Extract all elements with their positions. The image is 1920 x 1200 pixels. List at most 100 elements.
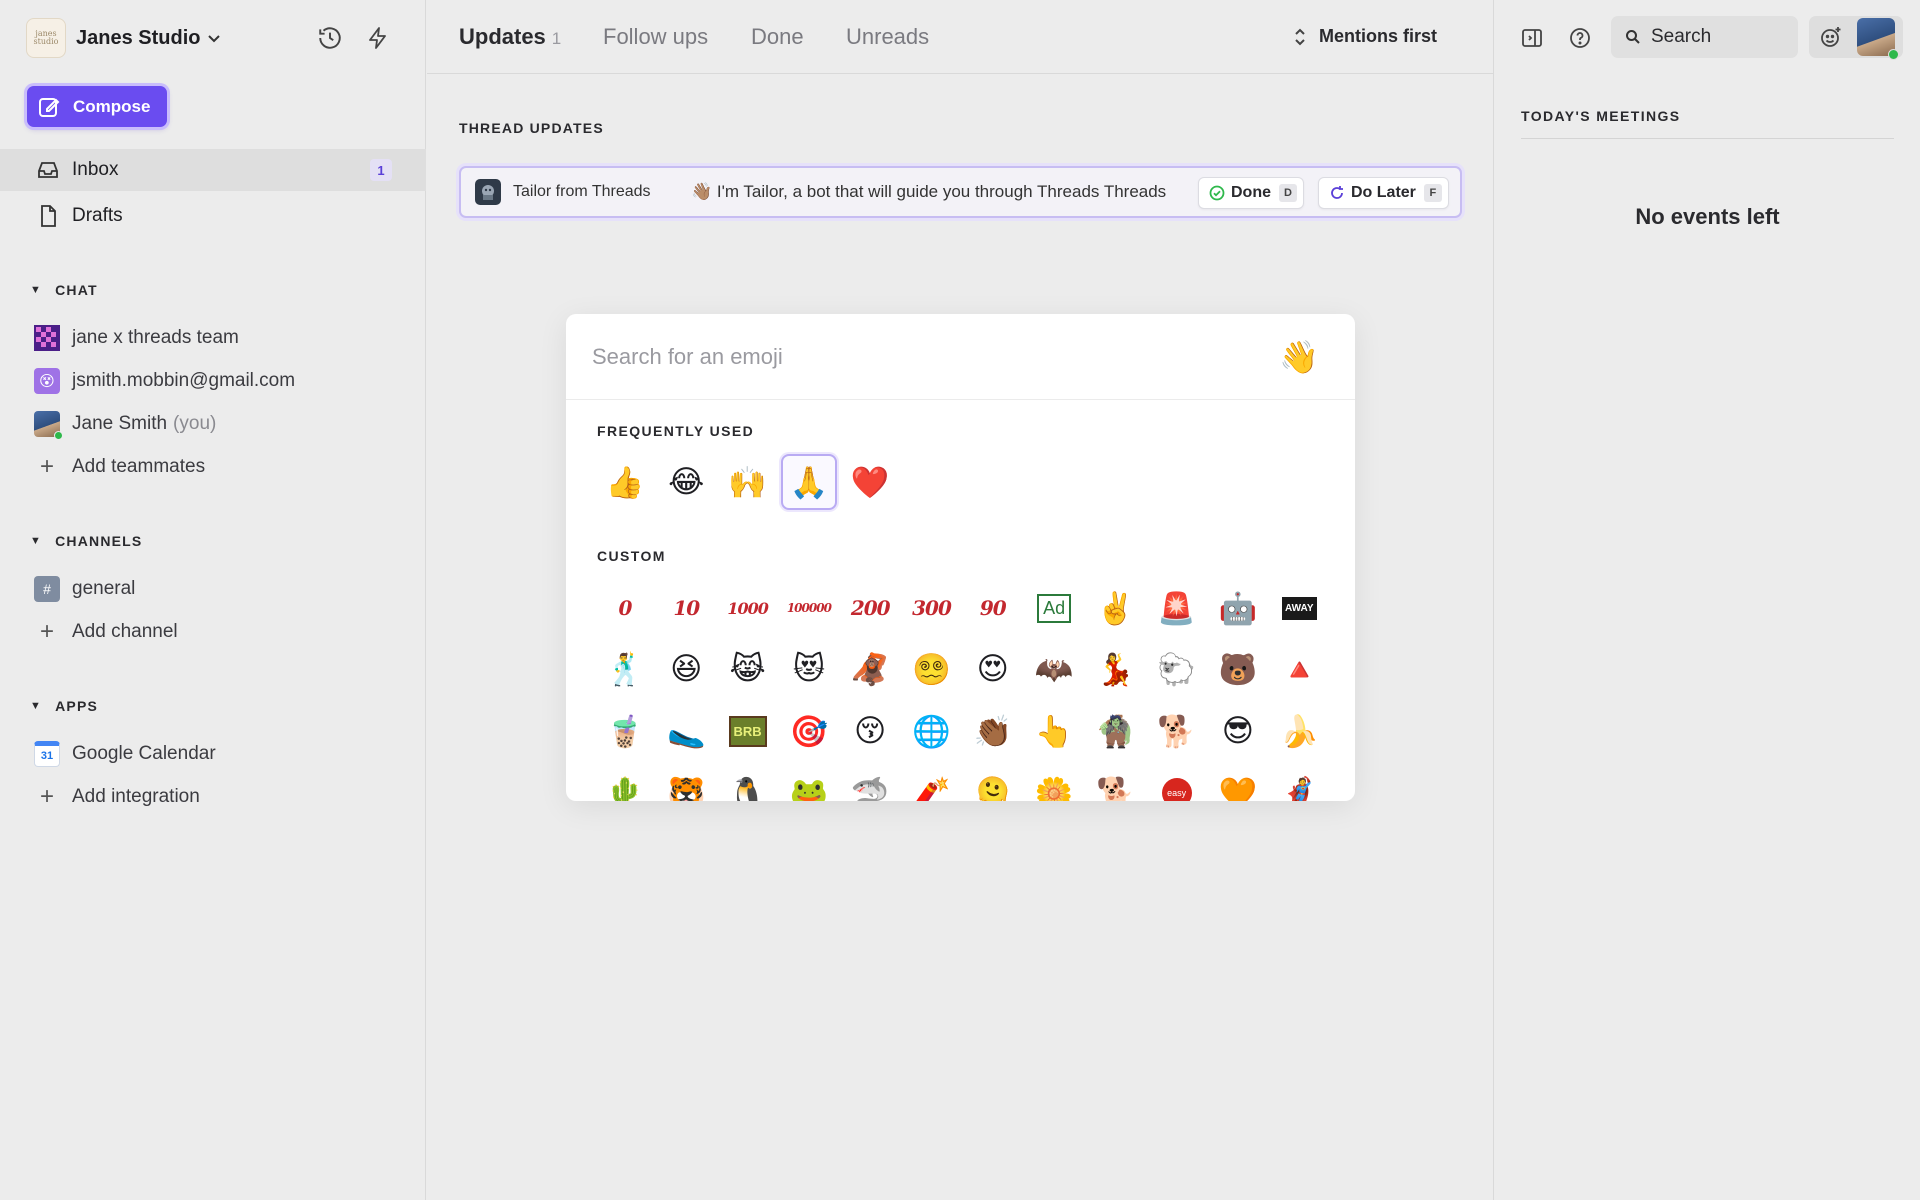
chat-item-label: jsmith.mobbin@gmail.com	[72, 370, 296, 391]
custom-emoji[interactable]: 90	[965, 580, 1021, 636]
custom-emoji[interactable]: 🎯	[781, 703, 837, 759]
custom-emoji[interactable]: 🌼	[1026, 765, 1082, 802]
custom-emoji[interactable]: 🧌	[1087, 703, 1143, 759]
custom-emoji[interactable]: 🧨	[903, 765, 959, 802]
custom-emoji-row: 🕺 😆 😹 😻 🦧 😵‍💫 😍 🦇 💃 🐑 🐻 🔺	[597, 641, 1333, 697]
custom-emoji[interactable]: 🧡	[1210, 765, 1266, 802]
sidebar-item-label: Inbox	[72, 159, 119, 180]
custom-emoji[interactable]: 🦧	[842, 641, 898, 697]
app-item-google-calendar[interactable]: 31 Google Calendar	[34, 738, 216, 770]
add-reaction-icon	[1819, 25, 1843, 54]
add-channel-button[interactable]: + Add channel	[34, 616, 178, 648]
team-avatar	[34, 325, 60, 351]
custom-emoji[interactable]: 🌵	[597, 765, 653, 802]
sort-button[interactable]: Mentions first	[1293, 26, 1437, 47]
sidebar-item-drafts[interactable]: Drafts	[0, 195, 426, 237]
custom-emoji-ad[interactable]: Ad	[1026, 580, 1082, 636]
custom-emoji[interactable]: 🐻	[1210, 641, 1266, 697]
search-icon	[1626, 30, 1640, 44]
custom-emoji[interactable]: 10	[658, 580, 714, 636]
custom-emoji[interactable]: ✌️	[1087, 580, 1143, 636]
compose-button[interactable]: Compose	[27, 86, 167, 127]
add-integration-button[interactable]: + Add integration	[34, 781, 200, 813]
emoji-heart[interactable]: ❤️	[842, 454, 898, 510]
custom-emoji[interactable]: 200	[842, 580, 898, 636]
tab-updates[interactable]: Updates 1	[459, 24, 561, 50]
custom-emoji[interactable]: 😎	[1210, 703, 1266, 759]
sidebar-item-inbox[interactable]: Inbox 1	[0, 149, 426, 191]
tab-unreads[interactable]: Unreads	[846, 24, 929, 50]
inbox-icon	[38, 162, 58, 178]
online-status-dot	[1888, 49, 1899, 60]
compose-label: Compose	[73, 96, 151, 116]
chat-item-jsmith[interactable]: 😵 jsmith.mobbin@gmail.com	[34, 365, 295, 397]
custom-emoji[interactable]: 0	[597, 580, 653, 636]
tab-follow-ups[interactable]: Follow ups	[603, 24, 708, 50]
custom-emoji[interactable]: 🧋	[597, 703, 653, 759]
do-later-button[interactable]: Do Later F	[1318, 177, 1449, 209]
custom-emoji[interactable]: 1000	[720, 580, 776, 636]
emoji-raised-hands[interactable]: 🙌	[720, 454, 776, 510]
section-header-channels[interactable]: ▼ CHANNELS	[30, 533, 142, 549]
global-search[interactable]: Search	[1611, 16, 1798, 58]
custom-emoji-away[interactable]: AWAY	[1271, 580, 1327, 636]
custom-emoji[interactable]: 🐕	[1149, 703, 1205, 759]
custom-emoji[interactable]: 🚨	[1149, 580, 1205, 636]
profile-avatar[interactable]	[1857, 18, 1899, 60]
emoji-picker: 👋 FREQUENTLY USED 👍 😂 🙌 🙏 ❤️ CUSTOM 0 10…	[566, 314, 1355, 801]
custom-emoji[interactable]: 🌐	[903, 703, 959, 759]
sidebar-toggle-icon[interactable]	[1516, 22, 1548, 54]
custom-emoji[interactable]: 😹	[720, 641, 776, 697]
section-header-chat[interactable]: ▼ CHAT	[30, 282, 98, 298]
custom-emoji[interactable]: 100000	[781, 580, 837, 636]
custom-emoji[interactable]: 🐧	[720, 765, 776, 802]
sort-label: Mentions first	[1318, 26, 1437, 46]
history-icon[interactable]	[314, 22, 346, 54]
custom-emoji[interactable]: 😍	[965, 641, 1021, 697]
custom-emoji[interactable]: 😆	[658, 641, 714, 697]
tab-done[interactable]: Done	[751, 24, 804, 50]
custom-emoji[interactable]: 👏🏾	[965, 703, 1021, 759]
custom-emoji-easy[interactable]: easy	[1149, 765, 1205, 801]
custom-emoji[interactable]: 😵‍💫	[903, 641, 959, 697]
custom-emoji[interactable]: 🔺	[1271, 641, 1327, 697]
channel-item-general[interactable]: # general	[34, 573, 135, 605]
custom-emoji[interactable]: 👆	[1026, 703, 1082, 759]
custom-emoji[interactable]: 🦇	[1026, 641, 1082, 697]
custom-emoji[interactable]: 🐑	[1149, 641, 1205, 697]
custom-emoji[interactable]: 😚	[842, 703, 898, 759]
emoji-thumbs-up[interactable]: 👍	[597, 454, 653, 510]
chat-item-team[interactable]: jane x threads team	[34, 322, 239, 354]
hash-icon: #	[34, 576, 60, 602]
workspace-switcher[interactable]: janes studio Janes Studio	[26, 18, 221, 58]
done-button[interactable]: Done D	[1198, 177, 1304, 209]
chat-item-self[interactable]: Jane Smith (you)	[34, 408, 216, 440]
custom-emoji[interactable]: 🦸	[1271, 765, 1327, 802]
custom-emoji[interactable]: 300	[903, 580, 959, 636]
custom-emoji[interactable]: 💃	[1087, 641, 1143, 697]
emoji-search-input[interactable]	[592, 343, 1232, 370]
help-icon[interactable]	[1564, 22, 1596, 54]
custom-emoji[interactable]: 🤖	[1210, 580, 1266, 636]
emoji-joy[interactable]: 😂	[658, 454, 714, 510]
section-header-apps[interactable]: ▼ APPS	[30, 698, 98, 714]
custom-emoji[interactable]: 🐯	[658, 765, 714, 802]
add-teammates-label: Add teammates	[72, 456, 206, 477]
add-teammates-button[interactable]: + Add teammates	[34, 451, 205, 483]
custom-emoji[interactable]: 😻	[781, 641, 837, 697]
custom-emoji[interactable]: 🐸	[781, 765, 837, 802]
no-events-message: No events left	[1635, 204, 1780, 229]
custom-emoji[interactable]: 🍌	[1271, 703, 1327, 759]
sidebar-item-label: Drafts	[72, 205, 123, 226]
custom-emoji-brb[interactable]: BRB	[720, 703, 776, 759]
emoji-pray[interactable]: 🙏	[780, 454, 837, 510]
skin-tone-selector[interactable]: 👋	[1279, 338, 1319, 376]
custom-emoji[interactable]: 🕺	[597, 641, 653, 697]
custom-emoji[interactable]: 🥿	[658, 703, 714, 759]
check-circle-icon	[1209, 185, 1225, 201]
custom-emoji[interactable]: 🦈	[842, 765, 898, 802]
custom-emoji[interactable]: 🫠	[965, 765, 1021, 802]
lightning-icon[interactable]	[362, 22, 394, 54]
thread-update-row[interactable]: Tailor from Threads 👋🏽 I'm Tailor, a bot…	[459, 166, 1462, 218]
custom-emoji[interactable]: 🐕	[1087, 765, 1143, 802]
